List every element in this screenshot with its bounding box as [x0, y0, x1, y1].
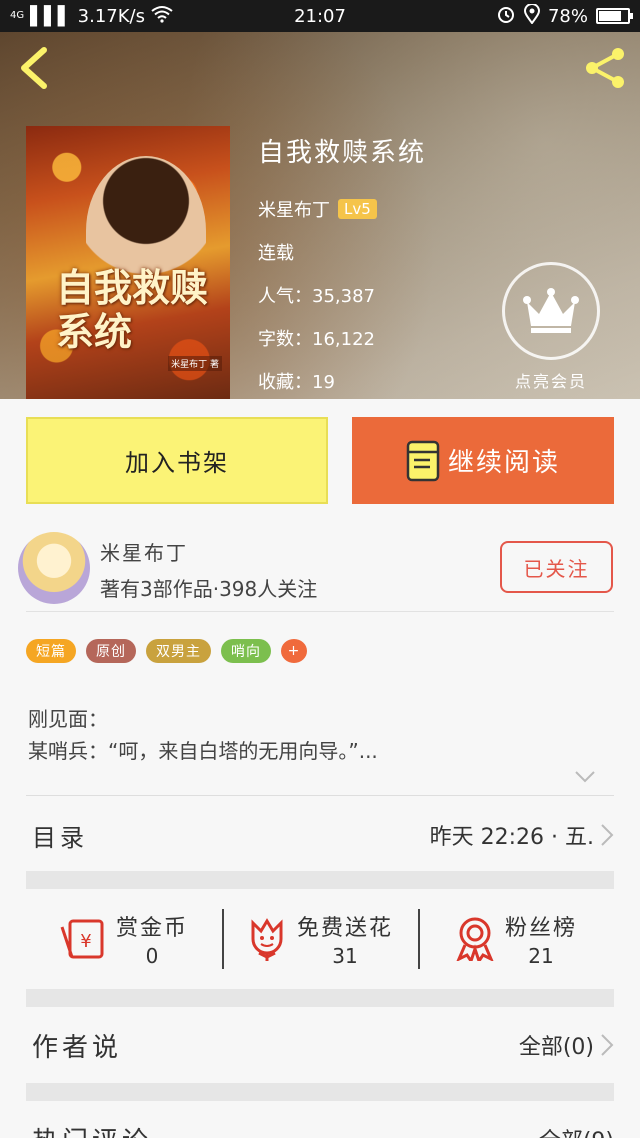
fans-ranking-button[interactable]: 粉丝榜 21	[418, 889, 614, 989]
chevron-right-icon	[601, 824, 614, 846]
cover-author: 米星布丁 著	[168, 356, 222, 371]
share-button[interactable]	[584, 46, 628, 90]
tag-list: 短篇 原创 双男主 哨向 +	[26, 639, 307, 663]
action-count: 0	[145, 944, 159, 968]
add-tag-button[interactable]: +	[281, 639, 307, 663]
section-gap	[26, 989, 614, 1007]
author-card[interactable]: 米星布丁 著有3部作品·398人关注 已关注	[0, 525, 640, 613]
hot-comments-count: 全部(9)	[539, 1123, 614, 1138]
svg-text:¥: ¥	[80, 931, 91, 952]
battery-percent: 78%	[547, 5, 588, 27]
latest-chapter: 昨天 22:26 · 五.	[429, 825, 594, 850]
red-envelope-icon: ¥	[60, 919, 104, 959]
tag[interactable]: 原创	[86, 639, 136, 663]
author-name: 米星布丁	[100, 541, 188, 565]
section-gap	[26, 871, 614, 889]
author-say-label: 作者说	[32, 1032, 123, 1063]
signal-icon: ▌▌▌	[30, 5, 72, 27]
vip-label: 点亮会员	[514, 372, 587, 391]
book-cover[interactable]: 自我救赎系统 米星布丁 著	[26, 126, 230, 399]
section-gap	[26, 1083, 614, 1101]
book-word-count: 字数：16,122	[258, 328, 375, 350]
send-flower-button[interactable]: 免费送花 31	[222, 889, 418, 989]
book-author[interactable]: 米星布丁	[258, 196, 330, 222]
back-button[interactable]	[16, 46, 52, 90]
support-actions: ¥ 赏金币 0 免费送花 31 粉丝榜 21	[26, 889, 614, 989]
continue-reading-label: 继续阅读	[447, 448, 560, 478]
follow-button[interactable]: 已关注	[500, 541, 613, 593]
flower-icon	[251, 918, 283, 961]
add-to-shelf-button[interactable]: 加入书架	[26, 417, 328, 504]
author-row: 米星布丁 Lv5	[258, 187, 426, 230]
alarm-icon	[496, 4, 516, 29]
book-header: 自我救赎系统 米星布丁 著 自我救赎系统 米星布丁 Lv5 连载 人气：35,3…	[0, 32, 640, 399]
chevron-right-icon	[601, 1034, 614, 1056]
action-label: 免费送花	[296, 916, 393, 941]
author-stats: 著有3部作品·398人关注	[100, 577, 318, 601]
book-favorites: 收藏：19	[258, 371, 335, 393]
book-intro[interactable]: 刚见面： 某哨兵：“呵，来自白塔的无用向导。”...	[28, 703, 378, 767]
expand-chevron-icon[interactable]	[574, 769, 596, 788]
action-label: 赏金币	[115, 916, 188, 941]
hot-comments-row[interactable]: 热门评论 全部(9)	[26, 1101, 614, 1138]
book-title: 自我救赎系统	[258, 138, 427, 168]
book-info: 自我救赎系统 米星布丁 Lv5 连载 人气：35,387 字数：16,122 收…	[258, 132, 426, 399]
continue-reading-button[interactable]: 继续阅读	[352, 417, 614, 504]
tag[interactable]: 短篇	[26, 639, 76, 663]
author-say-count: 全部(0)	[518, 1035, 594, 1060]
location-icon	[523, 2, 540, 29]
author-say-row[interactable]: 作者说 全部(0)	[26, 1007, 614, 1083]
book-detail-body: 加入书架 继续阅读 米星布丁 著有3部作品·398人关注 已关注 短篇 原创 双男主…	[0, 399, 640, 1138]
back-arrow-icon	[21, 47, 47, 89]
hot-comments-label: 热门评论	[26, 1121, 152, 1138]
vip-button[interactable]: 点亮会员	[502, 262, 600, 392]
avatar[interactable]	[18, 532, 90, 604]
medal-icon	[456, 917, 494, 961]
battery-icon	[596, 8, 633, 24]
network-type: 4G	[10, 10, 25, 21]
cover-title: 自我救赎系统	[56, 265, 209, 354]
book-popularity: 人气：35,387	[258, 285, 375, 307]
intro-line: 某哨兵：“呵，来自白塔的无用向导。”...	[28, 739, 378, 763]
share-icon	[586, 48, 624, 88]
tag[interactable]: 哨向	[221, 639, 271, 663]
action-count: 21	[528, 944, 554, 968]
book-status: 连载	[258, 242, 294, 264]
divider	[26, 795, 614, 796]
battery-fill	[599, 11, 621, 21]
crown-icon	[502, 262, 600, 360]
wifi-icon	[151, 5, 173, 28]
tag[interactable]: 双男主	[146, 639, 211, 663]
level-badge: Lv5	[338, 198, 377, 219]
action-count: 31	[332, 944, 358, 968]
network-speed: 3.17K/s	[77, 5, 145, 27]
reward-coins-button[interactable]: ¥ 赏金币 0	[26, 889, 222, 989]
status-bar: 4G ▌▌▌ 3.17K/s 21:07 78%	[0, 0, 640, 32]
clock: 21:07	[294, 5, 346, 27]
toc-label: 目录	[32, 823, 88, 852]
action-label: 粉丝榜	[504, 916, 577, 941]
intro-line: 刚见面：	[28, 707, 108, 731]
book-icon	[406, 440, 440, 481]
divider	[26, 611, 614, 612]
table-of-contents-row[interactable]: 目录 昨天 22:26 · 五.	[26, 799, 614, 871]
